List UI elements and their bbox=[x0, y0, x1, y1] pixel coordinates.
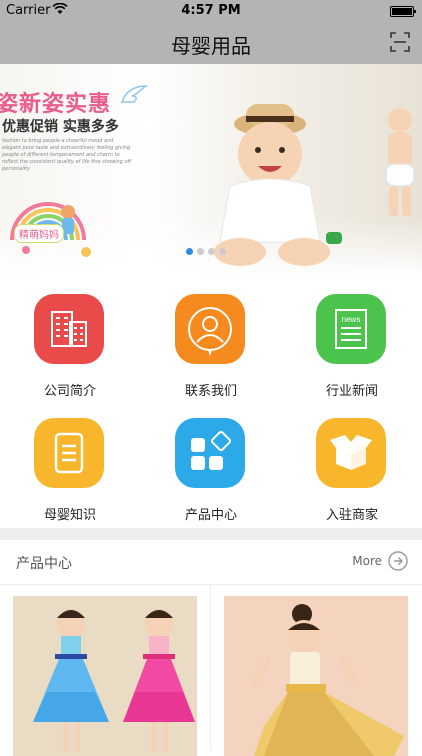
menu-label: 母婴知识 bbox=[43, 508, 96, 523]
battery-icon bbox=[390, 6, 416, 17]
product-image-girls-dresses bbox=[13, 596, 197, 756]
banner-subline: 优惠促销 实惠多多 bbox=[2, 119, 119, 135]
product-image-girl-dress bbox=[224, 596, 408, 756]
svg-text:news: news bbox=[342, 315, 361, 324]
banner-headline: 姿新姿实惠 bbox=[0, 92, 112, 117]
banner-badge: 精萌妈妈 bbox=[14, 224, 64, 243]
more-link[interactable]: More bbox=[352, 554, 382, 568]
building-icon bbox=[34, 294, 104, 364]
product-card[interactable] bbox=[224, 596, 408, 756]
menu-item-product-center[interactable]: 产品中心 bbox=[141, 404, 281, 528]
menu-item-contact-us[interactable]: 联系我们 bbox=[141, 280, 281, 404]
menu-item-company-intro[interactable]: 公司简介 bbox=[0, 280, 140, 404]
carousel-dot[interactable] bbox=[186, 248, 193, 255]
toddler-illustration bbox=[385, 108, 415, 216]
carousel-dot[interactable] bbox=[219, 248, 226, 255]
menu-label: 产品中心 bbox=[184, 508, 237, 523]
news-icon: news bbox=[316, 294, 386, 364]
arrow-right-circle-icon[interactable] bbox=[388, 551, 408, 571]
carousel-dots[interactable] bbox=[186, 240, 230, 259]
menu-label: 行业新闻 bbox=[325, 384, 378, 399]
section-divider bbox=[0, 528, 422, 540]
product-section-header: 产品中心 More bbox=[0, 540, 422, 585]
page-title: 母婴用品 bbox=[171, 34, 251, 58]
wing-icon bbox=[120, 85, 148, 103]
promo-banner[interactable]: 姿新姿实惠 优惠促销 实惠多多 fashion to bring people … bbox=[0, 64, 422, 277]
document-icon bbox=[34, 418, 104, 488]
carousel-dot[interactable] bbox=[208, 248, 215, 255]
menu-label: 入驻商家 bbox=[325, 508, 378, 523]
carousel-dot[interactable] bbox=[197, 248, 204, 255]
menu-item-industry-news[interactable]: news 行业新闻 bbox=[282, 280, 422, 404]
menu-item-merchants[interactable]: 入驻商家 bbox=[282, 404, 422, 528]
apps-icon bbox=[175, 418, 245, 488]
contact-person-icon bbox=[175, 294, 245, 364]
menu-label: 联系我们 bbox=[184, 384, 237, 399]
menu-item-baby-knowledge[interactable]: 母婴知识 bbox=[0, 404, 140, 528]
top-bar: Carrier 4:57 PM 母婴用品 bbox=[0, 0, 422, 64]
menu-grid: 公司简介 联系我们 news 行业新闻 母婴知识 产品中心 入驻商家 bbox=[0, 280, 422, 528]
status-bar: Carrier 4:57 PM bbox=[0, 0, 422, 22]
section-title: 产品中心 bbox=[16, 556, 72, 572]
box-icon bbox=[316, 418, 386, 488]
product-card[interactable] bbox=[13, 596, 197, 756]
clock: 4:57 PM bbox=[181, 3, 241, 18]
banner-body-text: fashion to bring people a cheerful mood … bbox=[2, 138, 132, 172]
menu-label: 公司简介 bbox=[43, 384, 96, 399]
scan-icon[interactable] bbox=[390, 32, 410, 52]
product-divider bbox=[210, 584, 211, 750]
